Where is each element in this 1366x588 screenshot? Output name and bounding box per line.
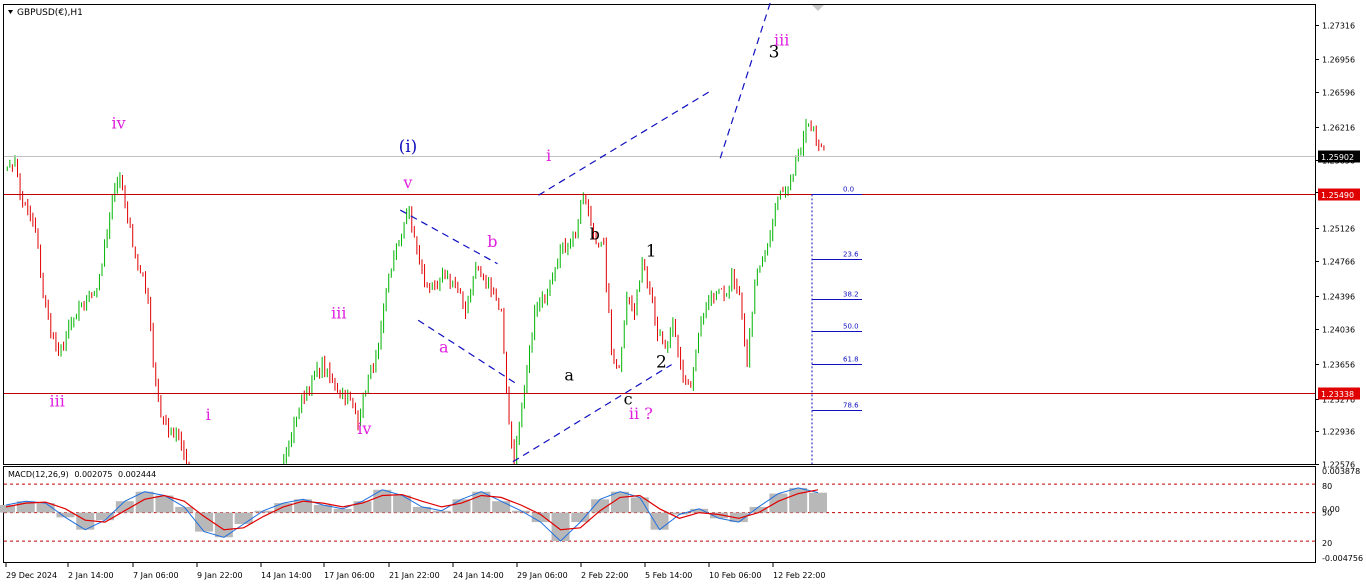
macd-histogram-bar bbox=[492, 501, 511, 513]
wave-label: iii bbox=[774, 30, 789, 49]
fib-level-label: 23.6 bbox=[843, 251, 859, 259]
macd-legend: MACD(12,26,9) 0.002075 0.002444 bbox=[8, 470, 156, 479]
wave-label: iii bbox=[331, 303, 346, 322]
macd-legend-value-1: 0.002075 bbox=[74, 470, 112, 479]
macd-histogram-bar bbox=[195, 512, 214, 532]
macd-histogram-bar bbox=[809, 492, 827, 513]
time-tick-label: 7 Jan 06:00 bbox=[133, 571, 179, 580]
time-tick-label: 9 Jan 22:00 bbox=[197, 571, 243, 580]
time-tick-label: 24 Jan 14:00 bbox=[453, 571, 504, 580]
wave-label: b bbox=[487, 232, 497, 251]
wave-label: a bbox=[439, 338, 449, 357]
macd-histogram-bar bbox=[571, 512, 590, 523]
macd-histogram-bar bbox=[393, 495, 412, 513]
wave-label: ii ? bbox=[629, 404, 653, 423]
price-tick-label: 1.26596 bbox=[1322, 89, 1355, 98]
time-tick-label: 14 Jan 14:00 bbox=[261, 571, 312, 580]
price-tag-label: 1.23338 bbox=[1321, 390, 1354, 399]
time-tick-label: 29 Jan 06:00 bbox=[517, 571, 568, 580]
time-tick-label: 21 Jan 22:00 bbox=[389, 571, 440, 580]
time-axis: 29 Dec 2024 2 Jan 14:00 7 Jan 06:00 9 Jan 2… bbox=[5, 563, 825, 580]
macd-tick-label: 0.003878 bbox=[1322, 467, 1360, 476]
time-tick-label: 10 Feb 06:00 bbox=[709, 571, 761, 580]
price-tag-label: 1.25902 bbox=[1321, 153, 1354, 162]
wave-label: i bbox=[546, 146, 551, 165]
macd-histogram-bar bbox=[789, 487, 808, 513]
fib-level-label: 50.0 bbox=[843, 323, 859, 331]
wave-label: 2 bbox=[656, 352, 667, 372]
wave-label: a bbox=[564, 365, 574, 384]
price-tick-label: 1.27316 bbox=[1322, 22, 1355, 31]
macd-histogram-bar bbox=[551, 512, 570, 542]
price-tick-label: 1.26956 bbox=[1322, 56, 1355, 65]
macd-histogram-bar bbox=[155, 495, 174, 513]
price-tick-label: 1.24766 bbox=[1322, 258, 1355, 267]
wave-label: iv bbox=[357, 419, 371, 438]
wave-label: (i) bbox=[399, 137, 418, 157]
time-tick-label: 2 Feb 22:00 bbox=[581, 571, 628, 580]
fib-level-label: 0.0 bbox=[843, 186, 854, 194]
time-tick-label: 29 Dec 2024 bbox=[6, 571, 57, 580]
time-tick-label: 17 Jan 06:00 bbox=[324, 571, 375, 580]
macd-tick-label: 80 bbox=[1322, 482, 1332, 491]
wave-label: 1 bbox=[646, 241, 657, 261]
macd-histogram-bar bbox=[769, 493, 788, 513]
macd-tick-label: 20 bbox=[1322, 539, 1332, 548]
wave-label: i bbox=[206, 405, 211, 424]
wave-label: b bbox=[590, 225, 600, 244]
price-tick-label: 1.26216 bbox=[1322, 124, 1355, 133]
price-tick-label: 1.24036 bbox=[1322, 326, 1355, 335]
price-tick-label: 1.25126 bbox=[1322, 225, 1355, 234]
wave-label: v bbox=[402, 173, 412, 192]
macd-legend-name: MACD(12,26,9) bbox=[8, 470, 69, 479]
time-tick-label: 5 Feb 14:00 bbox=[645, 571, 692, 580]
macd-legend-value-2: 0.002444 bbox=[118, 470, 156, 479]
chart-canvas: GBPUSD(€),H1 MACD(12,26,9) 0.002075 0.00… bbox=[0, 0, 1363, 580]
price-tick-label: 1.22936 bbox=[1322, 428, 1355, 437]
time-tick-label: 12 Feb 22:00 bbox=[773, 571, 825, 580]
macd-histogram-bar bbox=[175, 506, 194, 513]
main-panel-frame bbox=[3, 4, 1316, 465]
macd-tick-label: -0.004756 bbox=[1322, 554, 1363, 563]
macd-histogram-bar bbox=[650, 512, 669, 530]
macd-histogram-bar bbox=[234, 512, 253, 524]
price-tick-label: 1.23656 bbox=[1322, 361, 1355, 370]
price-tick-label: 1.24396 bbox=[1322, 293, 1355, 302]
wave-label: iii bbox=[50, 391, 65, 410]
fib-level-label: 61.8 bbox=[843, 356, 859, 364]
price-axis: 1.273161.269561.265961.262161.258561.255… bbox=[1315, 22, 1355, 470]
fib-level-label: 78.6 bbox=[843, 402, 859, 410]
price-tag-label: 1.25490 bbox=[1321, 191, 1354, 200]
macd-histogram-bar bbox=[333, 508, 352, 513]
fib-level-label: 38.2 bbox=[843, 291, 859, 299]
time-tick-label: 2 Jan 14:00 bbox=[68, 571, 114, 580]
symbol-label: GBPUSD(€),H1 bbox=[17, 8, 83, 18]
wave-label: iv bbox=[112, 114, 126, 133]
macd-tick-label: 50 bbox=[1322, 509, 1332, 518]
